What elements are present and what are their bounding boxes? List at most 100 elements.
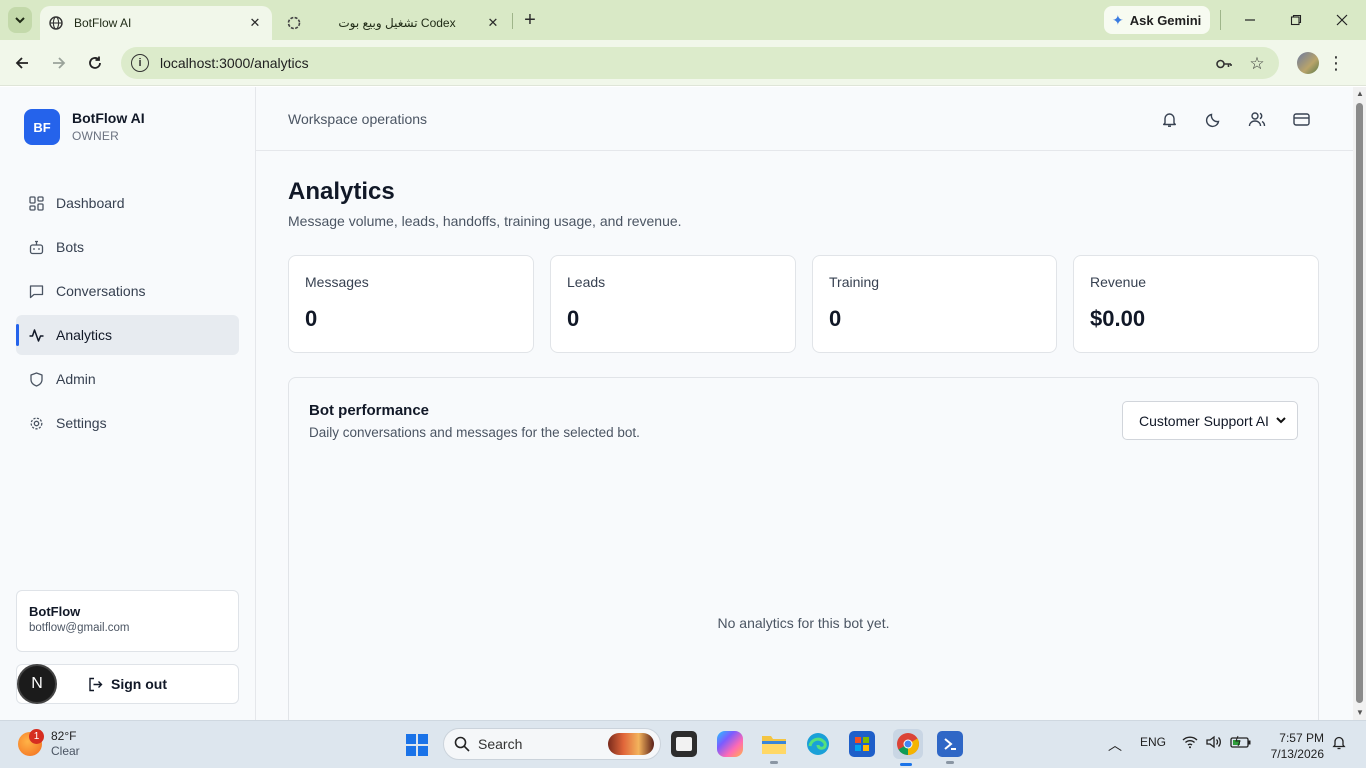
weather-desc: Clear [51, 744, 80, 758]
chevron-up-icon[interactable]: ︿ [1108, 735, 1122, 755]
sidebar-item-label: Analytics [56, 327, 113, 343]
sidebar-item-label: Bots [56, 239, 85, 255]
ask-gemini-label: Ask Gemini [1129, 12, 1202, 28]
sidebar-item-label: Admin [56, 371, 96, 387]
site-info-icon[interactable]: i [131, 54, 149, 72]
weather-widget[interactable]: 1 82°F Clear [18, 729, 80, 759]
profile-avatar[interactable] [1297, 52, 1319, 74]
page-title: Analytics [288, 178, 395, 205]
task-view-icon[interactable] [671, 731, 697, 757]
close-tab-icon[interactable]: ✕ [244, 12, 266, 34]
brand[interactable]: BF BotFlow AI OWNER [24, 109, 145, 145]
chrome-icon[interactable] [893, 729, 923, 766]
panel-subtitle: Daily conversations and messages for the… [309, 425, 640, 440]
tab-search-button[interactable] [8, 7, 32, 33]
search-highlight-image [608, 733, 654, 755]
scroll-up-icon[interactable]: ▲ [1356, 90, 1364, 98]
ask-gemini-button[interactable]: ✦ Ask Gemini [1104, 6, 1210, 34]
page-subtitle: Message volume, leads, handoffs, trainin… [288, 213, 682, 229]
page-scrollbar[interactable]: ▲ ▼ [1353, 87, 1366, 720]
stat-value: $0.00 [1090, 306, 1146, 331]
gemini-icon: ✦ [1112, 11, 1124, 28]
breadcrumb: Workspace operations [288, 111, 428, 127]
sidebar-item-admin[interactable]: Admin [16, 359, 239, 399]
notification-badge: 1 [29, 729, 44, 744]
close-window-button[interactable] [1319, 6, 1365, 34]
browser-toolbar: i localhost:3000/analytics ☆ ⋮ [0, 40, 1366, 86]
restore-button[interactable] [1273, 6, 1319, 34]
taskbar-search[interactable]: Search [443, 728, 661, 760]
browser-tab-strip: BotFlow AI ✕ تشغيل وبيع بوت Codex ✕ + ✦ … [0, 0, 1366, 40]
browser-menu-icon[interactable]: ⋮ [1327, 51, 1345, 75]
shield-icon [28, 371, 44, 387]
stat-label: Leads [567, 274, 606, 290]
sidebar-item-bots[interactable]: Bots [16, 227, 239, 267]
system-clock[interactable]: 7:57 PM 7/13/2026 [1262, 730, 1324, 762]
bot-performance-panel: Bot performance Daily conversations and … [288, 377, 1319, 720]
stat-label: Messages [305, 274, 369, 290]
browser-tab-botflow[interactable]: BotFlow AI ✕ [40, 6, 272, 40]
reload-icon [89, 56, 101, 69]
tab-divider [512, 13, 513, 29]
sidebar-item-settings[interactable]: Settings [16, 403, 239, 443]
powershell-icon[interactable] [937, 731, 963, 764]
bell-icon[interactable] [1159, 109, 1179, 129]
stat-value: 0 [305, 306, 318, 331]
reload-button[interactable] [83, 51, 107, 75]
chevron-down-icon [1275, 414, 1287, 426]
file-explorer-icon[interactable] [761, 731, 787, 764]
wifi-icon[interactable] [1182, 735, 1198, 752]
weather-sun-icon: 1 [18, 729, 44, 756]
language-indicator[interactable]: ENG [1140, 735, 1166, 749]
app-root: BF BotFlow AI OWNER Dashboard Bots Conve… [0, 87, 1353, 720]
notification-bell-icon[interactable] [1332, 735, 1346, 753]
edge-icon[interactable] [805, 731, 831, 757]
avatar[interactable]: N [17, 664, 57, 704]
close-tab-icon[interactable]: ✕ [482, 12, 504, 34]
stat-card-training: Training 0 [812, 255, 1057, 353]
main-content: Analytics Message volume, leads, handoff… [256, 151, 1353, 720]
user-card: BotFlow botflow@gmail.com [16, 590, 239, 652]
arrow-right-icon [53, 57, 66, 69]
search-label: Search [478, 736, 523, 752]
url-text: localhost:3000/analytics [160, 55, 309, 71]
stat-card-messages: Messages 0 [288, 255, 534, 353]
bot-select-value: Customer Support AI [1139, 412, 1269, 429]
moon-icon[interactable] [1203, 109, 1223, 129]
sidebar-item-conversations[interactable]: Conversations [16, 271, 239, 311]
forward-button[interactable] [47, 51, 71, 75]
openai-icon [286, 15, 302, 31]
divider [1220, 10, 1221, 30]
address-bar[interactable]: i localhost:3000/analytics ☆ [121, 47, 1279, 79]
bookmark-star-icon[interactable]: ☆ [1248, 54, 1266, 73]
copilot-icon[interactable] [717, 731, 743, 757]
battery-icon[interactable] [1230, 735, 1252, 752]
gear-icon [28, 415, 44, 431]
new-tab-button[interactable]: + [519, 9, 541, 31]
store-icon[interactable] [849, 731, 875, 757]
message-icon [28, 283, 44, 299]
card-icon[interactable] [1291, 109, 1311, 129]
scrollbar-thumb[interactable] [1356, 103, 1363, 703]
sidebar-nav: Dashboard Bots Conversations Analytics A… [16, 183, 239, 447]
user-email: botflow@gmail.com [29, 622, 130, 634]
bot-select[interactable]: Customer Support AI [1122, 401, 1298, 440]
sign-out-label: Sign out [111, 676, 167, 692]
volume-icon[interactable] [1206, 735, 1222, 752]
search-icon [454, 736, 470, 752]
activity-icon [28, 327, 44, 343]
browser-tab-codex[interactable]: تشغيل وبيع بوت Codex ✕ [278, 6, 510, 40]
weather-temp: 82°F [51, 729, 77, 743]
grid-icon [28, 195, 44, 211]
tab-title: تشغيل وبيع بوت Codex [338, 16, 456, 30]
sidebar-item-dashboard[interactable]: Dashboard [16, 183, 239, 223]
minimize-button[interactable] [1227, 6, 1273, 34]
key-icon[interactable] [1215, 55, 1233, 73]
users-icon[interactable] [1247, 109, 1267, 129]
back-button[interactable] [10, 51, 34, 75]
stat-label: Revenue [1090, 274, 1147, 290]
sidebar-item-analytics[interactable]: Analytics [16, 315, 239, 355]
sidebar-item-label: Settings [56, 415, 107, 431]
windows-start-icon[interactable] [406, 734, 428, 756]
scroll-down-icon[interactable]: ▼ [1356, 709, 1364, 717]
